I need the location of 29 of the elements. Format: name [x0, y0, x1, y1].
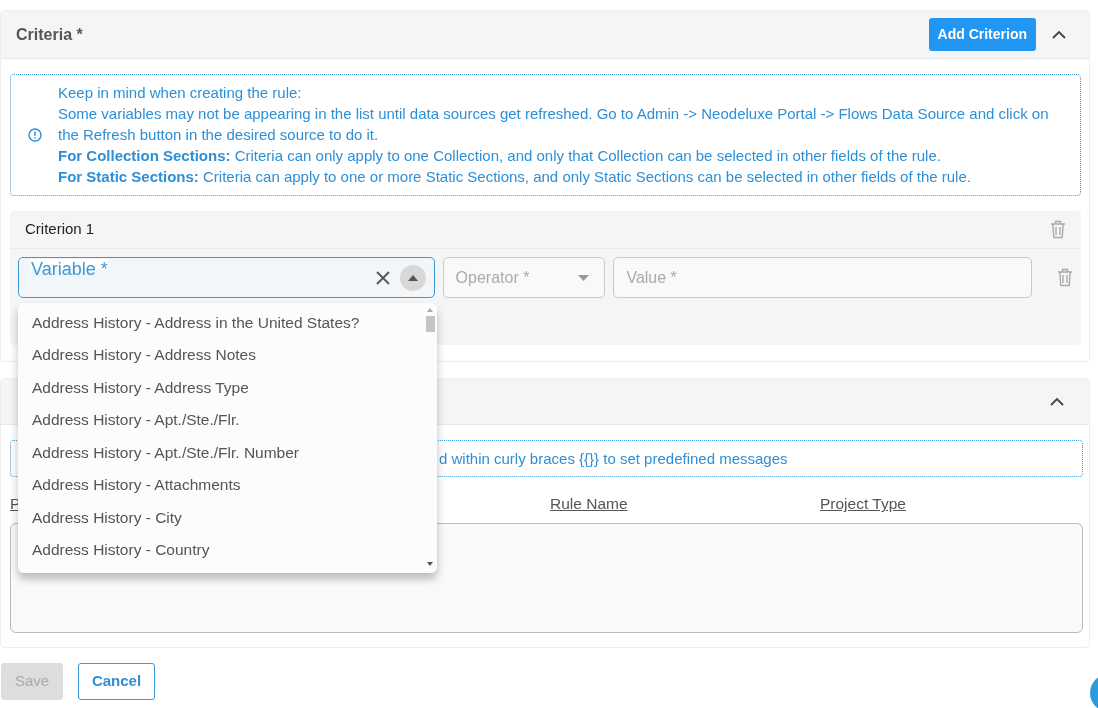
collapse-dropdown-button[interactable]: [399, 264, 426, 291]
dropdown-option[interactable]: Address History - Address Type: [18, 371, 423, 404]
column-header[interactable]: Project Type: [820, 495, 906, 513]
collapse-icon: [1050, 397, 1064, 406]
dropdown-option[interactable]: Address History - Address in the United States?: [18, 306, 423, 339]
info-text: d within curly braces {{}} to set predefined messages: [439, 449, 788, 469]
info-text: Keep in mind when creating the rule:: [58, 83, 303, 103]
dropdown-option[interactable]: Address History - Country: [18, 533, 423, 566]
info-icon: [28, 127, 42, 142]
caret-icon: [578, 275, 590, 281]
column-header[interactable]: Rule Name: [550, 495, 628, 513]
caret-icon: [407, 274, 418, 281]
info-text: For Collection Sections: Criteria can only apply to one Collection, and only that Collection can be selected in other fields of the rule.: [58, 146, 942, 166]
criterion-title: Criterion 1: [25, 219, 95, 240]
trash-icon[interactable]: [1050, 220, 1066, 239]
dropdown-option[interactable]: Address History - City: [18, 501, 423, 534]
value-field[interactable]: Value *: [613, 257, 1032, 298]
info-text: For Static Sections: Criteria can apply to one or more Static Sections, and only Static Sections can be selected in other fields of the rule.: [58, 167, 972, 187]
collapse-icon: [1052, 30, 1066, 39]
cancel-button[interactable]: Cancel: [78, 663, 155, 700]
dropdown-option[interactable]: Address History - Attachments: [18, 468, 423, 501]
info-text: Some variables may not be appearing in the list until data sources get refreshed. Go to Admin -> Neodeluxe Portal -> Flows Data Source and click on the Refresh button in the desired source to do it.: [58, 104, 1050, 145]
dropdown-option[interactable]: Address History - Apt./Ste./Flr. Number: [18, 436, 423, 469]
section-title: Criteria *: [16, 24, 83, 45]
clear-icon[interactable]: [375, 270, 390, 285]
operator-field[interactable]: Operator *: [442, 257, 606, 298]
trash-icon[interactable]: [1057, 268, 1073, 287]
dropdown-option[interactable]: Address History - Address Notes: [18, 338, 423, 371]
dropdown-option[interactable]: Address History - Apt./Ste./Flr.: [18, 403, 423, 436]
